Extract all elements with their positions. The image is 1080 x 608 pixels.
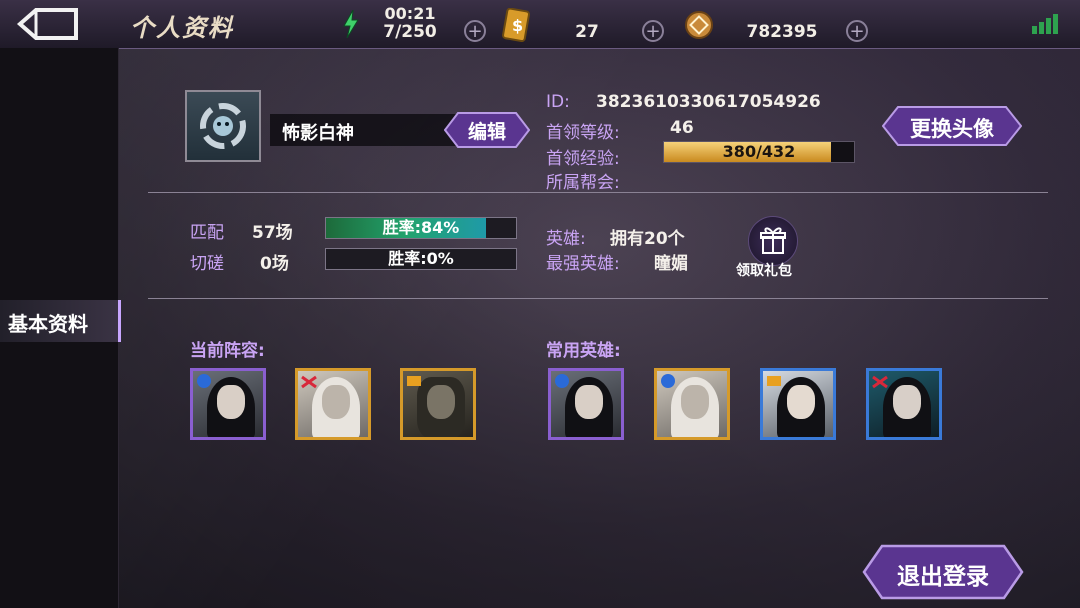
change-avatar-label: 更换头像 xyxy=(910,117,994,141)
gift-label: 领取礼包 xyxy=(736,263,792,279)
current-lineup-label: 当前阵容: xyxy=(190,341,265,361)
energy-bolt-icon xyxy=(343,10,359,38)
divider-top xyxy=(148,192,1048,193)
page-title: 个人资料 xyxy=(130,13,234,42)
guild-label: 所属帮会: xyxy=(546,173,620,193)
current-hero-2[interactable] xyxy=(295,368,371,440)
coin-icon xyxy=(685,11,713,39)
current-hero-1[interactable] xyxy=(190,368,266,440)
common-hero-4[interactable] xyxy=(866,368,942,440)
spar-count: 0场 xyxy=(260,254,289,274)
hero-class-icon xyxy=(661,374,675,388)
change-avatar-button[interactable]: 更换头像 xyxy=(882,106,1022,146)
match-winrate-bar: 胜率:84% xyxy=(325,217,517,239)
back-arrow-icon[interactable] xyxy=(14,6,84,42)
tab-basic-info-label: 基本资料 xyxy=(8,312,88,336)
spar-winrate-text: 胜率:0% xyxy=(388,249,454,268)
exp-text: 380/432 xyxy=(722,142,796,161)
common-hero-3[interactable] xyxy=(760,368,836,440)
coin-count: 782395 xyxy=(746,22,818,42)
hero-class-icon xyxy=(555,374,569,388)
hero-face xyxy=(217,385,245,419)
hero-face xyxy=(893,385,921,419)
hero-face xyxy=(787,385,815,419)
spar-label: 切磋 xyxy=(190,254,224,274)
svg-text:$: $ xyxy=(512,16,523,35)
common-heroes-label: 常用英雄: xyxy=(546,341,621,361)
hero-class-icon xyxy=(197,374,211,388)
sidebar: 基本资料 xyxy=(0,48,121,608)
hero-class-icon xyxy=(301,375,317,389)
heroes-label: 英雄: xyxy=(546,229,586,249)
avatar-emblem-icon xyxy=(200,103,246,149)
hero-face xyxy=(322,385,350,419)
gift-icon xyxy=(760,227,786,254)
energy-timer: 00:21 xyxy=(384,4,436,23)
hero-face xyxy=(427,385,455,419)
spar-winrate-bar: 胜率:0% xyxy=(325,248,517,270)
add-ticket-button[interactable]: + xyxy=(642,20,664,42)
hero-face xyxy=(681,385,709,419)
signal-icon xyxy=(1032,14,1058,34)
id-value: 3823610330617054926 xyxy=(596,92,821,112)
energy-count: 7/250 xyxy=(383,22,437,42)
divider-middle xyxy=(148,298,1048,299)
id-label: ID: xyxy=(546,92,570,112)
match-count: 57场 xyxy=(252,223,293,243)
match-winrate-text: 胜率:84% xyxy=(382,218,460,237)
exp-bar: 380/432 xyxy=(663,141,855,163)
edit-name-button[interactable]: 编辑 xyxy=(444,112,530,148)
logout-button[interactable]: 退出登录 xyxy=(862,544,1024,600)
exp-label: 首领经验: xyxy=(546,149,620,169)
top-bar: 个人资料 00:21 7/250 + $ 27 + 782395 + xyxy=(0,0,1080,49)
hero-class-icon xyxy=(767,376,781,386)
match-label: 匹配 xyxy=(190,223,224,243)
ticket-count: 27 xyxy=(575,22,599,42)
level-label: 首领等级: xyxy=(546,123,620,143)
logout-label: 退出登录 xyxy=(897,564,989,590)
edit-name-label: 编辑 xyxy=(467,121,506,143)
add-energy-button[interactable]: + xyxy=(464,20,486,42)
add-coin-button[interactable]: + xyxy=(846,20,868,42)
ticket-resource: $ 27 + xyxy=(502,8,672,42)
gift-button[interactable] xyxy=(748,216,798,266)
level-value: 46 xyxy=(670,118,694,138)
hero-class-icon xyxy=(872,375,888,389)
strongest-hero-value: 瞳媚 xyxy=(654,254,688,274)
current-hero-3[interactable] xyxy=(400,368,476,440)
heroes-value: 拥有20个 xyxy=(610,229,685,249)
avatar[interactable] xyxy=(185,90,261,162)
common-hero-2[interactable] xyxy=(654,368,730,440)
strongest-hero-label: 最强英雄: xyxy=(546,254,620,274)
player-name: 怖影白神 xyxy=(282,123,354,144)
player-name-bar: 怖影白神 xyxy=(270,114,458,146)
hero-face xyxy=(575,385,603,419)
common-hero-1[interactable] xyxy=(548,368,624,440)
energy-resource: 00:21 7/250 + xyxy=(336,4,496,42)
ticket-card-icon: $ xyxy=(502,8,530,42)
coin-resource: 782395 + xyxy=(684,8,874,42)
hero-class-icon xyxy=(407,376,421,386)
tab-basic-info[interactable]: 基本资料 xyxy=(0,300,121,342)
